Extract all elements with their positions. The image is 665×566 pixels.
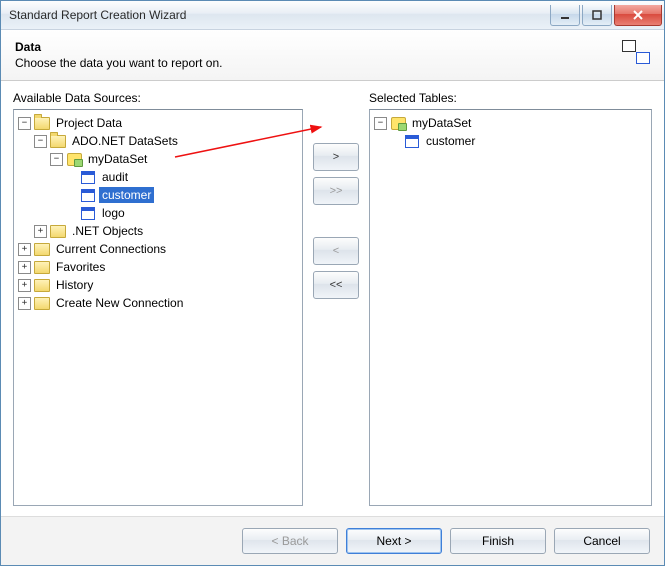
transfer-buttons: > >> < << — [303, 87, 369, 506]
window-title: Standard Report Creation Wizard — [9, 8, 548, 22]
selected-label: Selected Tables: — [369, 91, 652, 105]
titlebar: Standard Report Creation Wizard — [1, 1, 664, 30]
folder-icon — [34, 242, 50, 256]
wizard-body: Available Data Sources: − Project Data — [1, 81, 664, 516]
folder-icon — [34, 296, 50, 310]
page-subtitle: Choose the data you want to report on. — [15, 56, 622, 70]
available-panel: Available Data Sources: − Project Data — [13, 87, 303, 506]
remove-all-button[interactable]: << — [313, 271, 359, 299]
tree-item-favorites[interactable]: + Favorites — [18, 258, 300, 276]
table-icon — [80, 170, 96, 184]
folder-icon — [34, 260, 50, 274]
tree-item-create-new-connection[interactable]: + Create New Connection — [18, 294, 300, 312]
tree-item-customer[interactable]: customer — [66, 186, 300, 204]
collapse-icon[interactable]: − — [34, 135, 47, 148]
folder-icon — [34, 278, 50, 292]
wizard-window: Standard Report Creation Wizard Data Cho… — [0, 0, 665, 566]
tree-item-mydataset[interactable]: − myDataSet — [374, 114, 649, 132]
collapse-icon[interactable]: − — [374, 117, 387, 130]
available-tree[interactable]: − Project Data − ADO.NET DataSets — [13, 109, 303, 506]
add-button[interactable]: > — [313, 143, 359, 171]
selected-panel: Selected Tables: − myDataSet — [369, 87, 652, 506]
page-title: Data — [15, 40, 622, 54]
tree-item-logo[interactable]: logo — [66, 204, 300, 222]
close-button[interactable] — [614, 5, 662, 26]
tree-item-current-connections[interactable]: + Current Connections — [18, 240, 300, 258]
table-icon — [404, 134, 420, 148]
expand-icon[interactable]: + — [18, 297, 31, 310]
available-label: Available Data Sources: — [13, 91, 303, 105]
tree-item-mydataset[interactable]: − myDataSet — [50, 150, 300, 168]
selected-tree[interactable]: − myDataSet customer — [369, 109, 652, 506]
collapse-icon[interactable]: − — [50, 153, 63, 166]
add-all-button[interactable]: >> — [313, 177, 359, 205]
tree-item-history[interactable]: + History — [18, 276, 300, 294]
folder-icon — [50, 134, 66, 148]
remove-button[interactable]: < — [313, 237, 359, 265]
cancel-button[interactable]: Cancel — [554, 528, 650, 554]
folder-icon — [50, 224, 66, 238]
table-icon — [80, 188, 96, 202]
collapse-icon[interactable]: − — [18, 117, 31, 130]
wizard-header: Data Choose the data you want to report … — [1, 30, 664, 81]
tree-item-customer[interactable]: customer — [390, 132, 649, 150]
back-button[interactable]: < Back — [242, 528, 338, 554]
tree-item-project-data[interactable]: − Project Data — [18, 114, 300, 132]
wizard-footer: < Back Next > Finish Cancel — [1, 516, 664, 565]
data-icon — [622, 40, 650, 64]
tree-item-audit[interactable]: audit — [66, 168, 300, 186]
expand-icon[interactable]: + — [34, 225, 47, 238]
tree-item-ado-datasets[interactable]: − ADO.NET DataSets — [34, 132, 300, 150]
minimize-button[interactable] — [550, 5, 580, 26]
table-icon — [80, 206, 96, 220]
dataset-icon — [390, 116, 406, 130]
folder-icon — [34, 116, 50, 130]
dataset-icon — [66, 152, 82, 166]
expand-icon[interactable]: + — [18, 279, 31, 292]
finish-button[interactable]: Finish — [450, 528, 546, 554]
tree-item-net-objects[interactable]: + .NET Objects — [34, 222, 300, 240]
expand-icon[interactable]: + — [18, 243, 31, 256]
next-button[interactable]: Next > — [346, 528, 442, 554]
expand-icon[interactable]: + — [18, 261, 31, 274]
maximize-button[interactable] — [582, 5, 612, 26]
